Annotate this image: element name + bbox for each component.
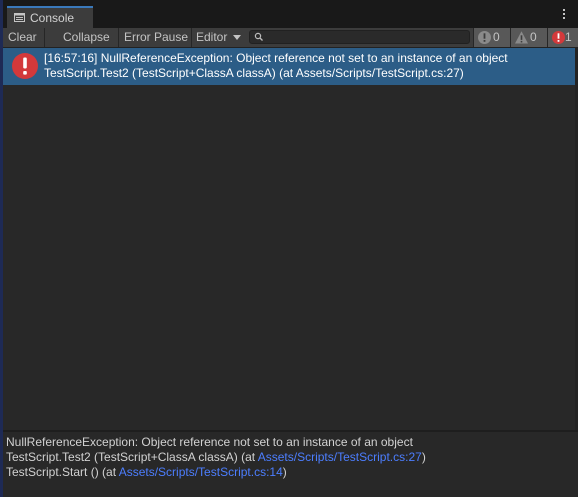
- search-input[interactable]: [266, 31, 466, 43]
- stack-frame-text: TestScript.Test2 (TestScript+ClassA clas…: [6, 450, 258, 464]
- warning-icon: [515, 31, 528, 44]
- stack-trace-message: NullReferenceException: Object reference…: [6, 435, 413, 449]
- collapse-button[interactable]: Collapse: [63, 30, 110, 44]
- error-pause-button[interactable]: Error Pause: [124, 30, 188, 44]
- stack-frame-suffix: ): [421, 450, 426, 464]
- clear-button[interactable]: Clear: [8, 30, 37, 44]
- toolbar-divider: [44, 28, 45, 47]
- source-link[interactable]: Assets/Scripts/TestScript.cs:27: [258, 450, 422, 464]
- log-entry-message: [16:57:16] NullReferenceException: Objec…: [44, 51, 508, 65]
- editor-dropdown[interactable]: Editor: [196, 30, 227, 44]
- warning-count-toggle[interactable]: 0: [511, 28, 547, 47]
- console-toolbar: Clear Collapse Error Pause Editor 0 0 1: [3, 28, 578, 48]
- console-icon: [14, 13, 25, 22]
- search-icon: [254, 32, 263, 41]
- error-icon: [552, 31, 565, 44]
- stack-frame-suffix: ): [282, 465, 287, 479]
- toolbar-divider: [191, 28, 192, 47]
- error-count: 1: [565, 30, 572, 44]
- source-link[interactable]: Assets/Scripts/TestScript.cs:14: [119, 465, 283, 479]
- stack-frame-text: TestScript.Start () (at: [6, 465, 119, 479]
- log-entry-location: TestScript.Test2 (TestScript+ClassA clas…: [44, 66, 464, 80]
- tab-bar: Console: [3, 0, 578, 28]
- warning-count: 0: [530, 30, 537, 44]
- info-count-toggle[interactable]: 0: [474, 28, 510, 47]
- stack-trace-pane: NullReferenceException: Object reference…: [3, 432, 578, 497]
- log-list: [16:57:16] NullReferenceException: Objec…: [3, 48, 575, 430]
- error-count-toggle[interactable]: 1: [548, 28, 578, 47]
- tab-console[interactable]: Console: [7, 6, 93, 28]
- toolbar-divider: [118, 28, 119, 47]
- stack-trace-frame: TestScript.Test2 (TestScript+ClassA clas…: [6, 450, 426, 464]
- info-icon: [478, 31, 491, 44]
- log-entry-row[interactable]: [16:57:16] NullReferenceException: Objec…: [3, 48, 575, 85]
- search-field[interactable]: [249, 30, 470, 44]
- stack-trace-frame: TestScript.Start () (at Assets/Scripts/T…: [6, 465, 287, 479]
- error-icon: [12, 53, 38, 79]
- kebab-menu-icon[interactable]: [563, 9, 566, 21]
- info-count: 0: [493, 30, 500, 44]
- tab-label: Console: [30, 11, 75, 25]
- chevron-down-icon: [233, 35, 241, 40]
